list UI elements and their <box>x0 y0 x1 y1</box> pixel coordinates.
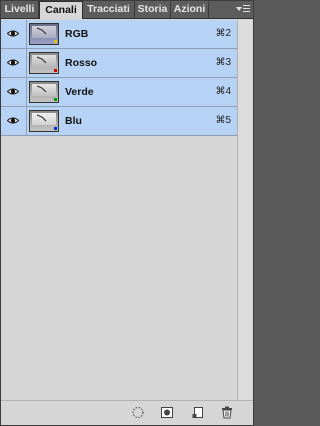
channel-list-scrollbar[interactable] <box>237 20 252 400</box>
channel-row-rosso[interactable]: Rosso ⌘3 <box>1 49 237 78</box>
tab-azioni[interactable]: Azioni <box>171 1 209 18</box>
load-channel-selection-icon[interactable] <box>131 406 145 419</box>
channel-name: RGB <box>65 28 89 40</box>
new-channel-icon[interactable] <box>191 406 205 419</box>
channel-list: RGB ⌘2 Rosso ⌘3 Verde ⌘4 Blu ⌘5 <box>1 20 237 400</box>
eye-icon <box>7 59 19 66</box>
channel-thumbnail <box>29 110 59 132</box>
channel-row-rgb[interactable]: RGB ⌘2 <box>1 20 237 49</box>
delete-channel-icon[interactable] <box>220 406 234 419</box>
channel-row-verde[interactable]: Verde ⌘4 <box>1 78 237 107</box>
channel-color-mark <box>54 98 57 101</box>
eye-icon <box>7 88 19 95</box>
visibility-toggle[interactable] <box>1 49 27 77</box>
visibility-toggle[interactable] <box>1 107 27 135</box>
channel-name: Blu <box>65 115 82 127</box>
eye-icon <box>7 117 19 124</box>
panel-menu-icon[interactable] <box>236 3 250 15</box>
channel-shortcut: ⌘5 <box>215 115 231 126</box>
channel-name: Rosso <box>65 57 98 69</box>
eye-icon <box>7 30 19 37</box>
channel-row-blu[interactable]: Blu ⌘5 <box>1 107 237 136</box>
tab-livelli[interactable]: Livelli <box>1 1 39 18</box>
channel-color-mark <box>54 127 57 130</box>
channels-panel: Livelli Canali Tracciati Storia Azioni R… <box>0 0 254 426</box>
channel-shortcut: ⌘3 <box>215 57 231 68</box>
visibility-toggle[interactable] <box>1 78 27 106</box>
chevron-down-icon <box>236 7 242 11</box>
visibility-toggle[interactable] <box>1 20 27 48</box>
channel-color-mark <box>54 40 57 43</box>
tab-tracciati[interactable]: Tracciati <box>83 1 135 18</box>
tab-canali[interactable]: Canali <box>39 1 83 19</box>
menu-lines-icon <box>243 5 250 13</box>
save-selection-as-channel-icon[interactable] <box>160 406 174 419</box>
channel-color-mark <box>54 69 57 72</box>
channel-thumbnail <box>29 23 59 45</box>
channel-thumbnail <box>29 81 59 103</box>
panel-tab-bar: Livelli Canali Tracciati Storia Azioni <box>1 1 253 19</box>
channel-shortcut: ⌘4 <box>215 86 231 97</box>
channel-shortcut: ⌘2 <box>215 28 231 39</box>
channel-thumbnail <box>29 52 59 74</box>
tab-storia[interactable]: Storia <box>135 1 171 18</box>
panel-footer-toolbar <box>1 400 253 425</box>
channel-name: Verde <box>65 86 94 98</box>
